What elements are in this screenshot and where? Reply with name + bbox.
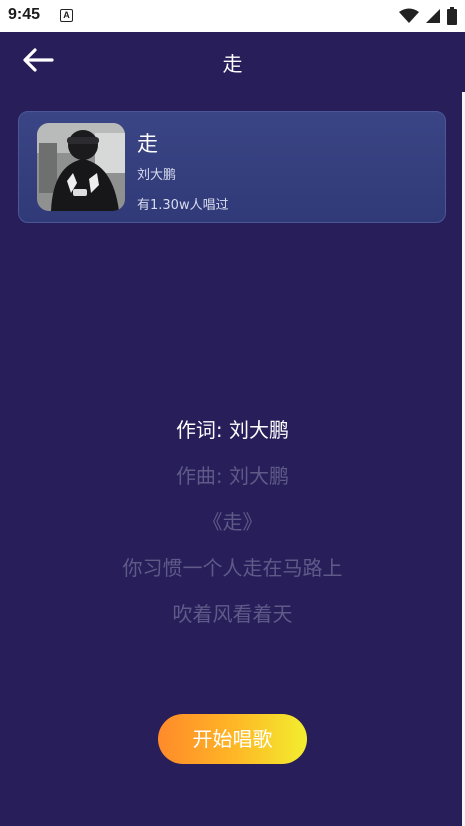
sung-count: 有1.30w人唱过 xyxy=(137,198,229,213)
lyric-line: 你习惯一个人走在马路上 xyxy=(122,556,343,580)
wifi-icon xyxy=(399,8,419,23)
start-singing-button[interactable]: 开始唱歌 xyxy=(158,714,307,764)
battery-icon xyxy=(447,7,457,25)
status-bar: 9:45 A xyxy=(0,0,465,32)
page-title: 走 xyxy=(222,52,243,76)
signal-icon xyxy=(426,9,440,23)
song-title: 走 xyxy=(137,132,158,156)
nav-bar: 走 xyxy=(0,32,465,90)
album-cover xyxy=(37,123,125,211)
song-card[interactable]: 走 刘大鹏 有1.30w人唱过 xyxy=(18,111,446,223)
lyric-line: 吹着风看着天 xyxy=(172,602,293,626)
song-artist: 刘大鹏 xyxy=(137,168,177,183)
lyric-line: 作曲: 刘大鹏 xyxy=(175,464,290,488)
status-icons xyxy=(399,7,457,25)
status-time: 9:45 xyxy=(8,6,41,23)
lyric-line: 《走》 xyxy=(202,510,263,534)
lyric-line-current: 作词: 刘大鹏 xyxy=(175,418,290,442)
lyrics-panel[interactable]: 作词: 刘大鹏 作曲: 刘大鹏 《走》 你习惯一个人走在马路上 吹着风看着天 xyxy=(0,412,465,642)
notification-icon: A xyxy=(60,9,73,22)
